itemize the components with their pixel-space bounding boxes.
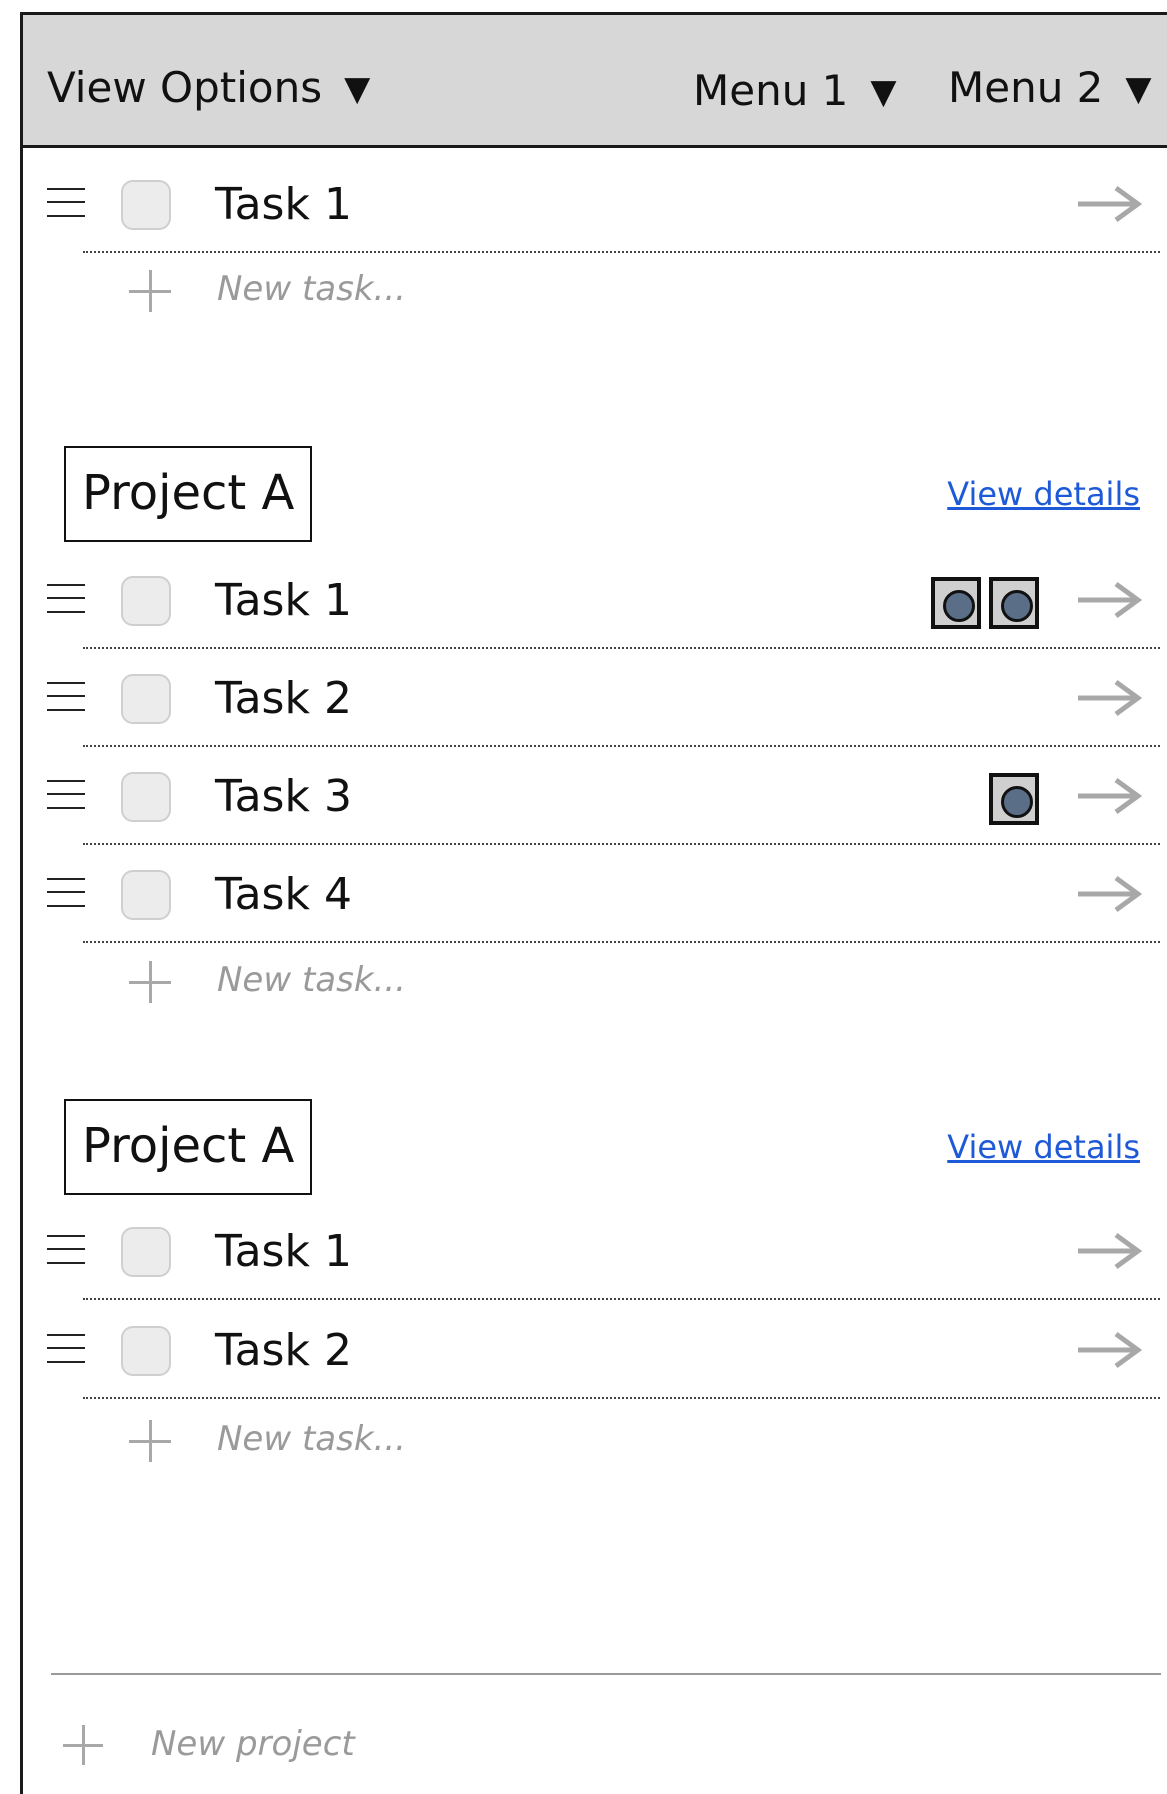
project-header: Project A View details xyxy=(23,1099,1167,1195)
task-row[interactable]: Task 3 xyxy=(23,747,1167,845)
menu-1-label: Menu 1 xyxy=(693,66,849,115)
task-label: Task 2 xyxy=(215,1325,352,1376)
task-app-window: View Options ▼ Menu 1 ▼ Menu 2 ▼ Task 1 New… xyxy=(20,12,1167,1794)
arrow-right-icon[interactable] xyxy=(1076,580,1142,620)
task-badges xyxy=(989,773,1043,825)
task-checkbox[interactable] xyxy=(121,1326,171,1376)
task-label: Task 2 xyxy=(215,673,352,724)
hamburger-icon[interactable] xyxy=(47,1235,85,1265)
row-divider xyxy=(83,1298,1160,1300)
arrow-right-icon[interactable] xyxy=(1076,678,1142,718)
task-label: Task 3 xyxy=(215,771,352,822)
project-header: Project A View details xyxy=(23,446,1167,542)
row-divider xyxy=(83,941,1160,943)
task-label: Task 1 xyxy=(215,1226,352,1277)
plus-icon[interactable] xyxy=(129,961,171,1003)
arrow-right-icon[interactable] xyxy=(1076,1231,1142,1271)
task-row[interactable]: Task 1 xyxy=(23,1202,1167,1300)
row-divider xyxy=(83,251,1160,253)
task-row[interactable]: Task 2 xyxy=(23,649,1167,747)
hamburger-icon[interactable] xyxy=(47,682,85,712)
view-options-menu[interactable]: View Options ▼ xyxy=(47,60,370,117)
record-icon[interactable] xyxy=(989,773,1039,825)
top-menu-bar: View Options ▼ Menu 1 ▼ Menu 2 ▼ xyxy=(23,15,1167,148)
plus-icon[interactable] xyxy=(63,1725,103,1765)
new-task-input[interactable]: New task... xyxy=(217,264,406,314)
new-task-input[interactable]: New task... xyxy=(217,1414,406,1464)
caret-down-icon: ▼ xyxy=(344,69,371,109)
hamburger-icon[interactable] xyxy=(47,1334,85,1364)
task-row[interactable]: Task 2 xyxy=(23,1301,1167,1399)
project-title[interactable]: Project A xyxy=(64,446,313,542)
menu-2[interactable]: Menu 2 ▼ xyxy=(948,60,1152,117)
task-row[interactable]: Task 4 xyxy=(23,845,1167,943)
project-title[interactable]: Project A xyxy=(64,1099,313,1195)
arrow-right-icon[interactable] xyxy=(1076,184,1142,224)
hamburger-icon[interactable] xyxy=(47,780,85,810)
plus-icon[interactable] xyxy=(129,1420,171,1462)
view-options-label: View Options xyxy=(47,63,323,112)
hamburger-icon[interactable] xyxy=(47,878,85,908)
footer-divider xyxy=(51,1673,1161,1675)
arrow-right-icon[interactable] xyxy=(1076,874,1142,914)
new-task-row[interactable]: New task... xyxy=(23,949,1167,1029)
hamburger-icon[interactable] xyxy=(47,188,85,218)
menu-1[interactable]: Menu 1 ▼ xyxy=(693,63,897,120)
hamburger-icon[interactable] xyxy=(47,584,85,614)
task-checkbox[interactable] xyxy=(121,870,171,920)
record-icon[interactable] xyxy=(989,577,1039,629)
task-label: Task 1 xyxy=(215,179,352,230)
task-row[interactable]: Task 1 xyxy=(23,155,1167,253)
row-divider xyxy=(83,1397,1160,1399)
new-task-row[interactable]: New task... xyxy=(23,258,1167,338)
new-project-input[interactable]: New project xyxy=(151,1719,355,1769)
caret-down-icon: ▼ xyxy=(1125,69,1152,109)
new-project-row[interactable]: New project xyxy=(23,1715,1167,1785)
task-row[interactable]: Task 1 xyxy=(23,551,1167,649)
new-task-row[interactable]: New task... xyxy=(23,1408,1167,1488)
task-label: Task 4 xyxy=(215,869,352,920)
plus-icon[interactable] xyxy=(129,270,171,312)
task-badges xyxy=(931,577,1043,629)
task-checkbox[interactable] xyxy=(121,674,171,724)
arrow-right-icon[interactable] xyxy=(1076,1330,1142,1370)
task-checkbox[interactable] xyxy=(121,180,171,230)
arrow-right-icon[interactable] xyxy=(1076,776,1142,816)
view-details-link[interactable]: View details xyxy=(947,1125,1140,1169)
task-checkbox[interactable] xyxy=(121,1227,171,1277)
task-checkbox[interactable] xyxy=(121,772,171,822)
record-icon[interactable] xyxy=(931,577,981,629)
menu-2-label: Menu 2 xyxy=(948,63,1104,112)
task-label: Task 1 xyxy=(215,575,352,626)
caret-down-icon: ▼ xyxy=(870,72,897,112)
task-checkbox[interactable] xyxy=(121,576,171,626)
view-details-link[interactable]: View details xyxy=(947,472,1140,516)
new-task-input[interactable]: New task... xyxy=(217,955,406,1005)
